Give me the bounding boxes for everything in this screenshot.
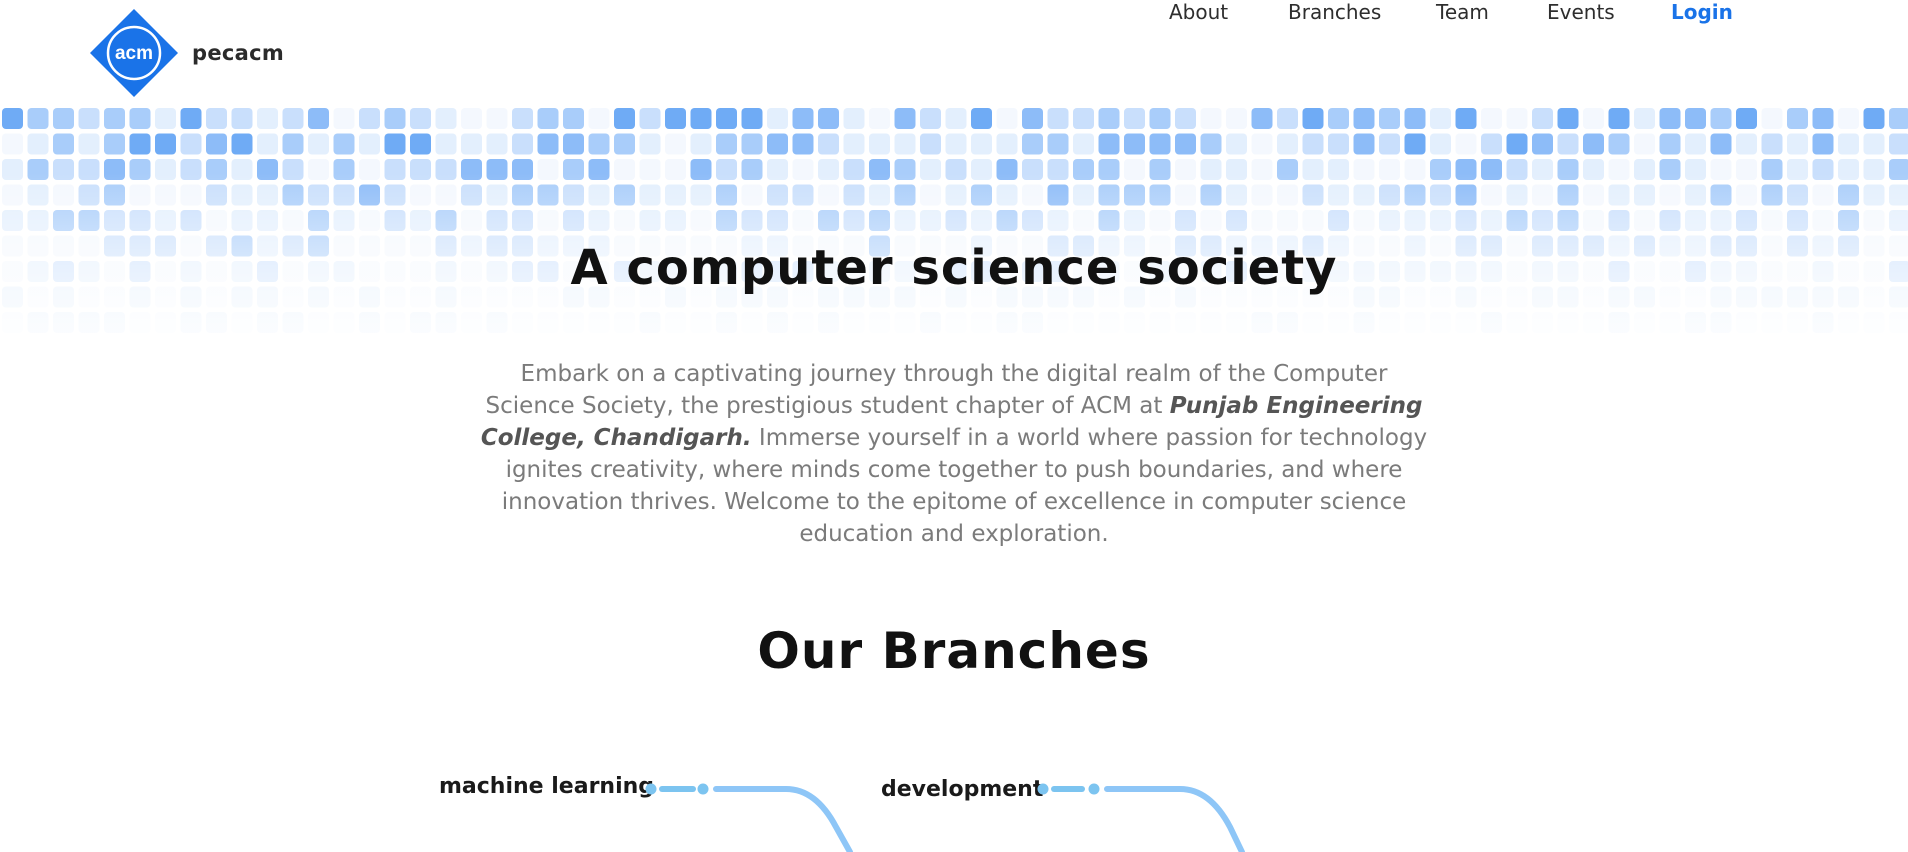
nav-events[interactable]: Events — [1547, 0, 1615, 24]
branch-label: development — [881, 777, 1044, 802]
hero-title: A computer science society — [570, 240, 1338, 296]
hero-grid — [0, 104, 1908, 334]
branches-title: Our Branches — [757, 622, 1151, 680]
branch-machine-learning[interactable]: machine learning — [439, 774, 654, 799]
branch-label: machine learning — [439, 774, 655, 799]
navbar: acm pecacm About Branches Team Events Lo… — [0, 0, 1908, 104]
nav-about[interactable]: About — [1169, 0, 1228, 24]
brand-logo[interactable]: acm pecacm — [90, 9, 284, 97]
brand-name: pecacm — [192, 41, 285, 65]
acm-logo-icon: acm — [90, 9, 178, 97]
login-link[interactable]: Login — [1671, 0, 1733, 24]
hero-fade-overlay — [0, 104, 1908, 334]
branch-connector-icon — [645, 783, 853, 852]
svg-text:acm: acm — [115, 43, 153, 64]
nav-branches[interactable]: Branches — [1288, 0, 1381, 24]
nav-team[interactable]: Team — [1436, 0, 1489, 24]
intro-paragraph: Embark on a captivating journey through … — [478, 358, 1430, 550]
branch-development[interactable]: development — [881, 777, 1043, 802]
branch-connector-icon — [1037, 783, 1245, 852]
